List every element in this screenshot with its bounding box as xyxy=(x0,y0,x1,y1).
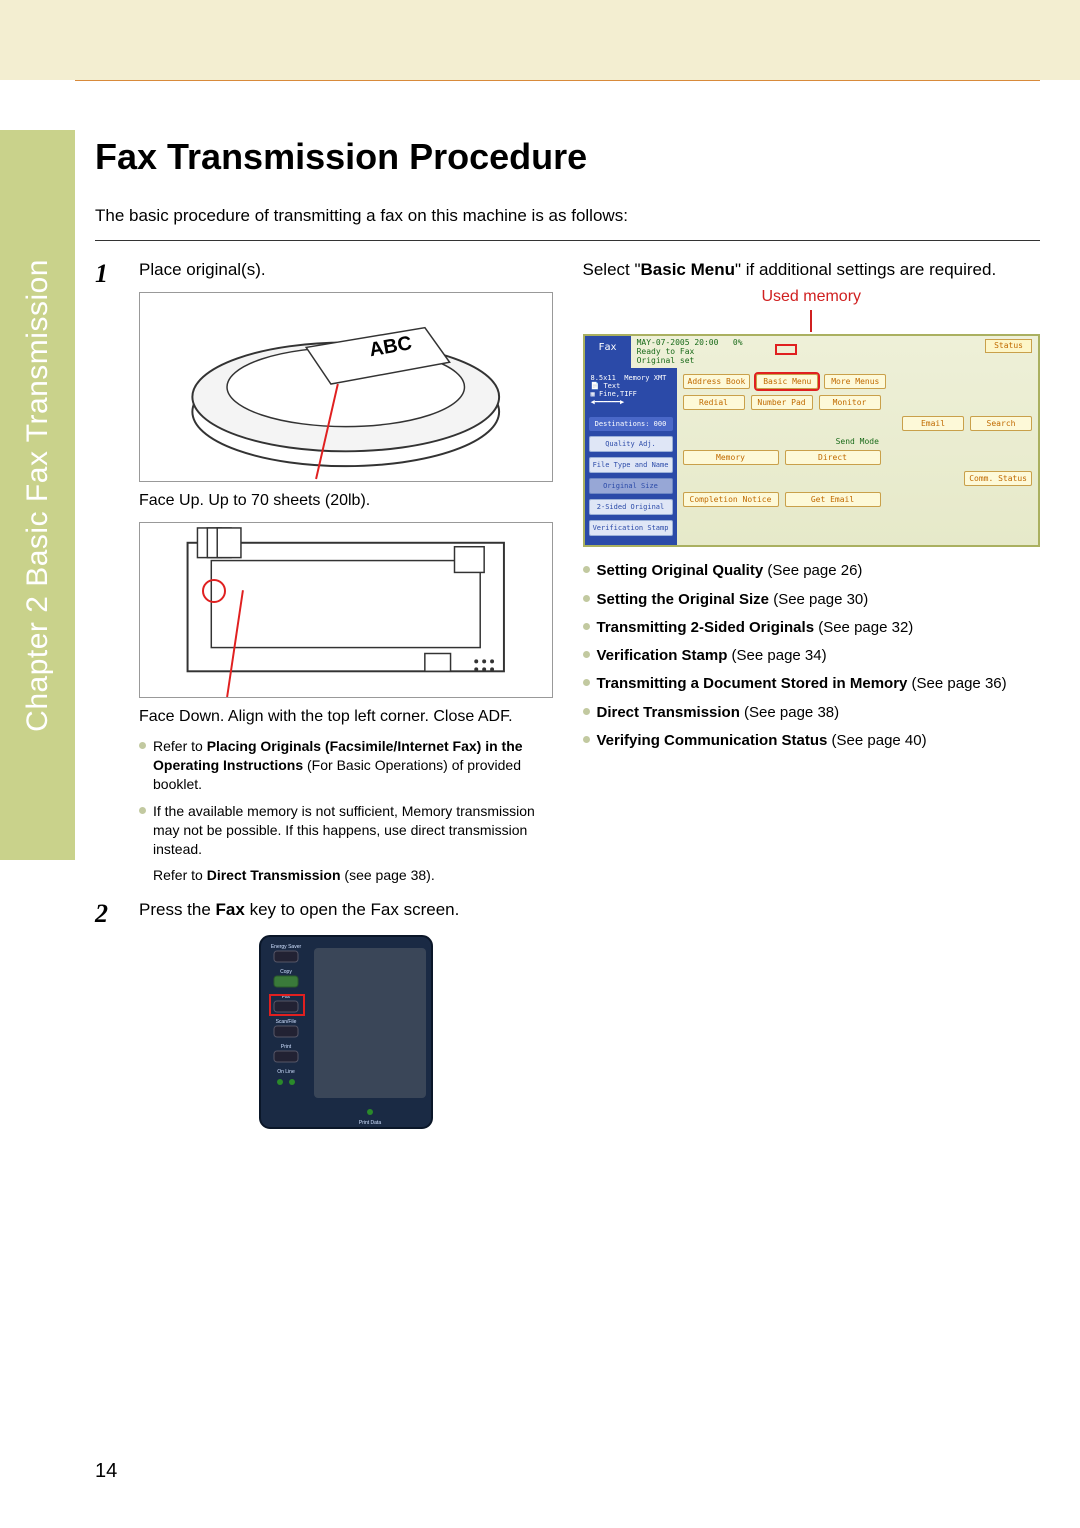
fax-ready: Ready to Fax xyxy=(637,347,695,356)
top-band xyxy=(0,0,1080,80)
btn-email[interactable]: Email xyxy=(902,416,964,431)
adf-illustration: ABC xyxy=(140,293,552,481)
fax-original-set: Original set xyxy=(637,356,695,365)
glass-illustration xyxy=(140,523,552,697)
caption-adf: Face Up. Up to 70 sheets (20lb). xyxy=(139,490,553,512)
btn-redial[interactable]: Redial xyxy=(683,395,745,410)
feat-verify-comm: Verifying Communication Status (See page… xyxy=(583,731,1041,751)
btn-get-email[interactable]: Get Email xyxy=(785,492,881,507)
btn-basic-menu[interactable]: Basic Menu xyxy=(756,374,818,389)
feat-2sided: Transmitting 2-Sided Originals (See page… xyxy=(583,618,1041,638)
step-2-number: 2 xyxy=(95,899,121,1132)
feat-direct-trans: Direct Transmission (See page 38) xyxy=(583,703,1041,723)
btn-address-book[interactable]: Address Book xyxy=(683,374,751,389)
note-2: If the available memory is not sufficien… xyxy=(139,802,553,859)
caption-glass: Face Down. Align with the top left corne… xyxy=(139,706,553,728)
fax-screen: Fax MAY-07-2005 20:00 0% Ready to Fax Or… xyxy=(583,334,1041,547)
side-quality-adj[interactable]: Quality Adj. xyxy=(589,436,673,452)
side-verif-stamp[interactable]: Verification Stamp xyxy=(589,520,673,536)
btn-monitor[interactable]: Monitor xyxy=(819,395,881,410)
step-1-text: Place original(s). xyxy=(139,259,553,282)
side-2sided[interactable]: 2-Sided Original xyxy=(589,499,673,515)
feat-original-size: Setting the Original Size (See page 30) xyxy=(583,590,1041,610)
ref-direct-transmission: Refer to Direct Transmission (see page 3… xyxy=(139,866,553,885)
side-file-type[interactable]: File Type and Name xyxy=(589,457,673,473)
svg-text:Print: Print xyxy=(281,1044,292,1050)
btn-comm-status[interactable]: Comm. Status xyxy=(964,471,1032,486)
fax-pct: 0% xyxy=(733,338,743,347)
svg-text:On Line: On Line xyxy=(277,1069,295,1075)
step-1-notes: Refer to Placing Originals (Facsimile/In… xyxy=(139,737,553,858)
btn-memory[interactable]: Memory xyxy=(683,450,779,465)
btn-number-pad[interactable]: Number Pad xyxy=(751,395,813,410)
feature-list: Setting Original Quality (See page 26) S… xyxy=(583,561,1041,751)
fax-key-highlight xyxy=(269,994,305,1016)
figure-glass xyxy=(139,522,553,698)
svg-text:Scan/File: Scan/File xyxy=(275,1019,296,1025)
chapter-side-tab: Chapter 2 Basic Fax Transmission xyxy=(0,130,75,860)
figure-control-panel: Energy Saver Copy Fax Scan/File Print xyxy=(256,932,436,1132)
intro-text: The basic procedure of transmitting a fa… xyxy=(95,206,1040,226)
fax-side-panel: 8.5x11 Memory XMT 📄 Text ▦ Fine,TIFF ◀━━… xyxy=(585,368,677,545)
feat-original-quality: Setting Original Quality (See page 26) xyxy=(583,561,1041,581)
svg-text:Energy Saver: Energy Saver xyxy=(271,944,302,950)
step-2-text: Press the Fax key to open the Fax screen… xyxy=(139,899,553,922)
select-basic-menu-text: Select "Basic Menu" if additional settin… xyxy=(583,259,1041,282)
page-title: Fax Transmission Procedure xyxy=(95,136,1040,178)
intro-rule xyxy=(95,240,1040,241)
control-panel-illustration: Energy Saver Copy Fax Scan/File Print xyxy=(256,932,436,1132)
page-number: 14 xyxy=(95,1460,117,1483)
corner-circle-mark xyxy=(202,579,226,603)
feat-verif-stamp: Verification Stamp (See page 34) xyxy=(583,646,1041,666)
btn-completion-notice[interactable]: Completion Notice xyxy=(683,492,779,507)
feat-doc-stored: Transmitting a Document Stored in Memory… xyxy=(583,674,1041,694)
chapter-side-label: Chapter 2 Basic Fax Transmission xyxy=(21,259,55,732)
send-mode-label: Send Mode xyxy=(683,437,1033,446)
fax-date: MAY-07-2005 20:00 xyxy=(637,338,719,347)
btn-search[interactable]: Search xyxy=(970,416,1032,431)
destinations-chip[interactable]: Destinations: 000 xyxy=(589,417,673,431)
figure-adf: ABC xyxy=(139,292,553,482)
used-memory-pointer xyxy=(810,310,812,332)
side-original-size[interactable]: Original Size xyxy=(589,478,673,494)
status-button[interactable]: Status xyxy=(985,339,1032,353)
used-memory-label: Used memory xyxy=(583,288,1041,306)
btn-direct[interactable]: Direct xyxy=(785,450,881,465)
svg-text:Copy: Copy xyxy=(280,969,292,975)
btn-more-menus[interactable]: More Menus xyxy=(824,374,886,389)
step-1-number: 1 xyxy=(95,259,121,885)
note-1: Refer to Placing Originals (Facsimile/In… xyxy=(139,737,553,794)
svg-text:Print Data: Print Data xyxy=(359,1120,381,1126)
fax-tab: Fax xyxy=(585,336,631,368)
